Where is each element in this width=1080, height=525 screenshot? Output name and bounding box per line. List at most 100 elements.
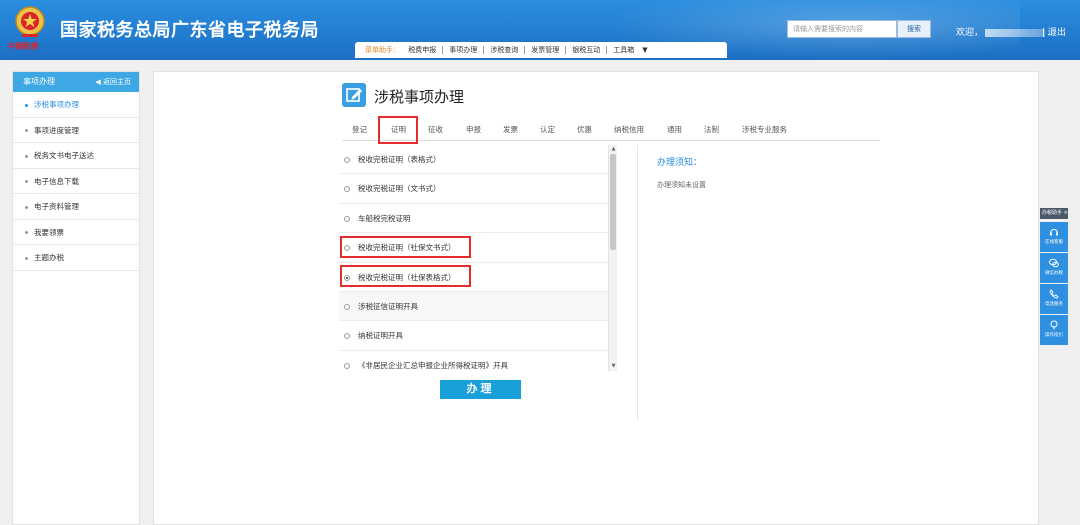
tab-declare[interactable]: 申报 [466,121,481,141]
radio-button[interactable] [344,362,350,369]
list-item[interactable]: 涉税征信证明开具 [339,291,609,322]
float-panel-header: 办税助手 × [1040,208,1068,219]
tab-professional-service[interactable]: 涉税专业服务 [742,121,787,141]
menu-item-toolbox[interactable]: 工具箱 [607,46,640,54]
wechat-icon [1049,258,1059,268]
category-tabs: 登记 证明 征收 申报 发票 认定 优惠 纳税信用 通用 法制 涉税专业服务 [342,121,880,141]
sidebar: 事项办理 ◀ 返回主页 涉税事项办理 事项进度管理 税务文书电子送达 电子信息下… [12,71,140,525]
sidebar-item-get-invoice[interactable]: 我要领票 [13,220,139,245]
radio-button[interactable] [344,215,350,222]
bullet-icon [25,103,28,107]
radio-button[interactable] [344,186,350,193]
scroll-down-icon[interactable]: ▼ [609,362,618,371]
option-label: 涉税征信证明开具 [358,301,418,311]
list-item[interactable]: 车船税完税证明 [339,204,609,234]
back-home-label[interactable]: 返回主页 [103,78,131,86]
menu-assistant-bar: 菜单助手： 税费申报 事项办理 涉税查询 发票管理 银税互动 工具箱 ▼ [355,42,727,58]
radio-button[interactable] [344,157,350,163]
sidebar-item-label: 涉税事项办理 [34,100,79,109]
list-item[interactable]: 《非居民企业汇总申报企业所得税证明》开具 [339,351,609,371]
sidebar-item-label: 事项进度管理 [34,125,79,135]
option-list: 税收完税证明（表格式） 税收完税证明（文书式） 车船税完税证明 税收完税证明（社… [339,145,609,371]
handle-button[interactable]: 办理 [440,380,521,399]
sidebar-item-progress[interactable]: 事项进度管理 [13,118,139,143]
top-header: 中國稅務 国家税务总局广东省电子税务局 请输入需要搜索的内容 搜索 欢迎，...… [0,0,1080,60]
option-label: 纳税证明开具 [358,331,403,341]
search-input[interactable]: 请输入需要搜索的内容 [787,20,897,38]
chevron-down-icon[interactable]: ▼ [640,42,647,58]
tab-register[interactable]: 登记 [352,121,367,141]
bullet-icon [25,256,28,260]
bullet-icon [25,231,28,234]
back-arrow-icon: ◀ [95,78,101,86]
sidebar-item-label: 我要领票 [34,227,64,237]
sidebar-item-label: 税务文书电子送达 [34,151,94,160]
tab-invoice[interactable]: 发票 [503,121,518,141]
tab-preferential[interactable]: 优惠 [577,121,592,141]
site-title: 国家税务总局广东省电子税务局 [60,20,319,41]
menu-item-bank-tax[interactable]: 银税互动 [566,46,608,54]
headset-icon [1050,229,1058,236]
option-label: 税收完税证明（文书式） [358,184,441,194]
radio-button[interactable] [344,303,350,310]
list-item[interactable]: 税收完税证明（表格式） [339,145,609,175]
tab-legal[interactable]: 法制 [704,121,719,141]
active-tab-highlight [378,116,418,144]
panel-divider [637,145,638,420]
search-button[interactable]: 搜索 [897,20,931,38]
sidebar-item-label: 电子信息下载 [34,176,79,186]
radio-button[interactable] [344,333,350,340]
edit-icon [342,83,366,107]
tab-general[interactable]: 通用 [667,121,682,141]
list-item[interactable]: 税收完税证明（文书式） [339,174,609,204]
float-btn-label: 微信办税 [1045,271,1063,276]
tab-identification[interactable]: 认定 [540,121,555,141]
float-btn-label: 操作指引 [1045,333,1063,338]
option-highlight-social-doc [340,236,471,258]
notice-title: 办理须知： [657,158,703,168]
bullet-icon [25,205,28,209]
scroll-thumb[interactable] [610,154,616,250]
sidebar-item-theme[interactable]: 主题办税 [13,245,139,271]
sidebar-header: 事项办理 ◀ 返回主页 [13,72,139,92]
emblem-motto: 中國稅務 [8,42,39,52]
bullet-icon [25,180,28,183]
welcome-text: 欢迎，... [956,25,1056,38]
tax-emblem-icon [15,6,45,37]
menu-lead: 菜单助手： [365,46,400,54]
float-btn-label: 电话服务 [1045,302,1063,307]
tab-credit[interactable]: 纳税信用 [614,121,644,141]
back-home-link[interactable]: ◀ 返回主页 [95,72,131,92]
sidebar-item-materials[interactable]: 电子资料管理 [13,194,139,220]
guide-button[interactable]: 操作指引 [1040,315,1068,345]
sidebar-item-label: 主题办税 [34,253,64,262]
option-label: 《非居民企业汇总申报企业所得税证明》开具 [358,360,508,370]
welcome-label: 欢迎， [956,28,984,38]
logout-link[interactable]: | 退出 [1042,25,1066,38]
sidebar-item-download[interactable]: 电子信息下载 [13,169,139,194]
menu-item-query[interactable]: 涉税查询 [484,46,526,54]
scroll-up-icon[interactable]: ▲ [609,145,618,154]
menu-item-tax-declare[interactable]: 税费申报 [402,46,444,54]
phone-icon [1049,289,1059,299]
float-panel-title: 办税助手 [1042,210,1063,216]
bullet-icon [25,129,28,132]
list-scrollbar[interactable]: ▲ ▼ [608,145,617,371]
sidebar-item-documents[interactable]: 税务文书电子送达 [13,143,139,169]
logout-label[interactable]: 退出 [1048,28,1066,38]
list-item[interactable]: 纳税证明开具 [339,321,609,351]
sidebar-title: 事项办理 [23,77,55,86]
wechat-button[interactable]: 微信办税 [1040,253,1068,283]
option-label: 税收完税证明（表格式） [358,155,441,164]
phone-service-button[interactable]: 电话服务 [1040,284,1068,314]
float-btn-label: 在线客服 [1045,240,1063,245]
tab-collection[interactable]: 征收 [428,121,443,141]
sidebar-item-tax-affairs[interactable]: 涉税事项办理 [13,92,139,118]
online-service-button[interactable]: 在线客服 [1040,222,1068,252]
menu-item-affairs[interactable]: 事项办理 [443,46,485,54]
menu-item-invoice[interactable]: 发票管理 [525,46,567,54]
close-icon[interactable]: × [1064,210,1068,216]
option-label: 车船税完税证明 [358,213,411,223]
location-pin-icon [1050,320,1058,330]
bullet-icon [25,154,28,158]
